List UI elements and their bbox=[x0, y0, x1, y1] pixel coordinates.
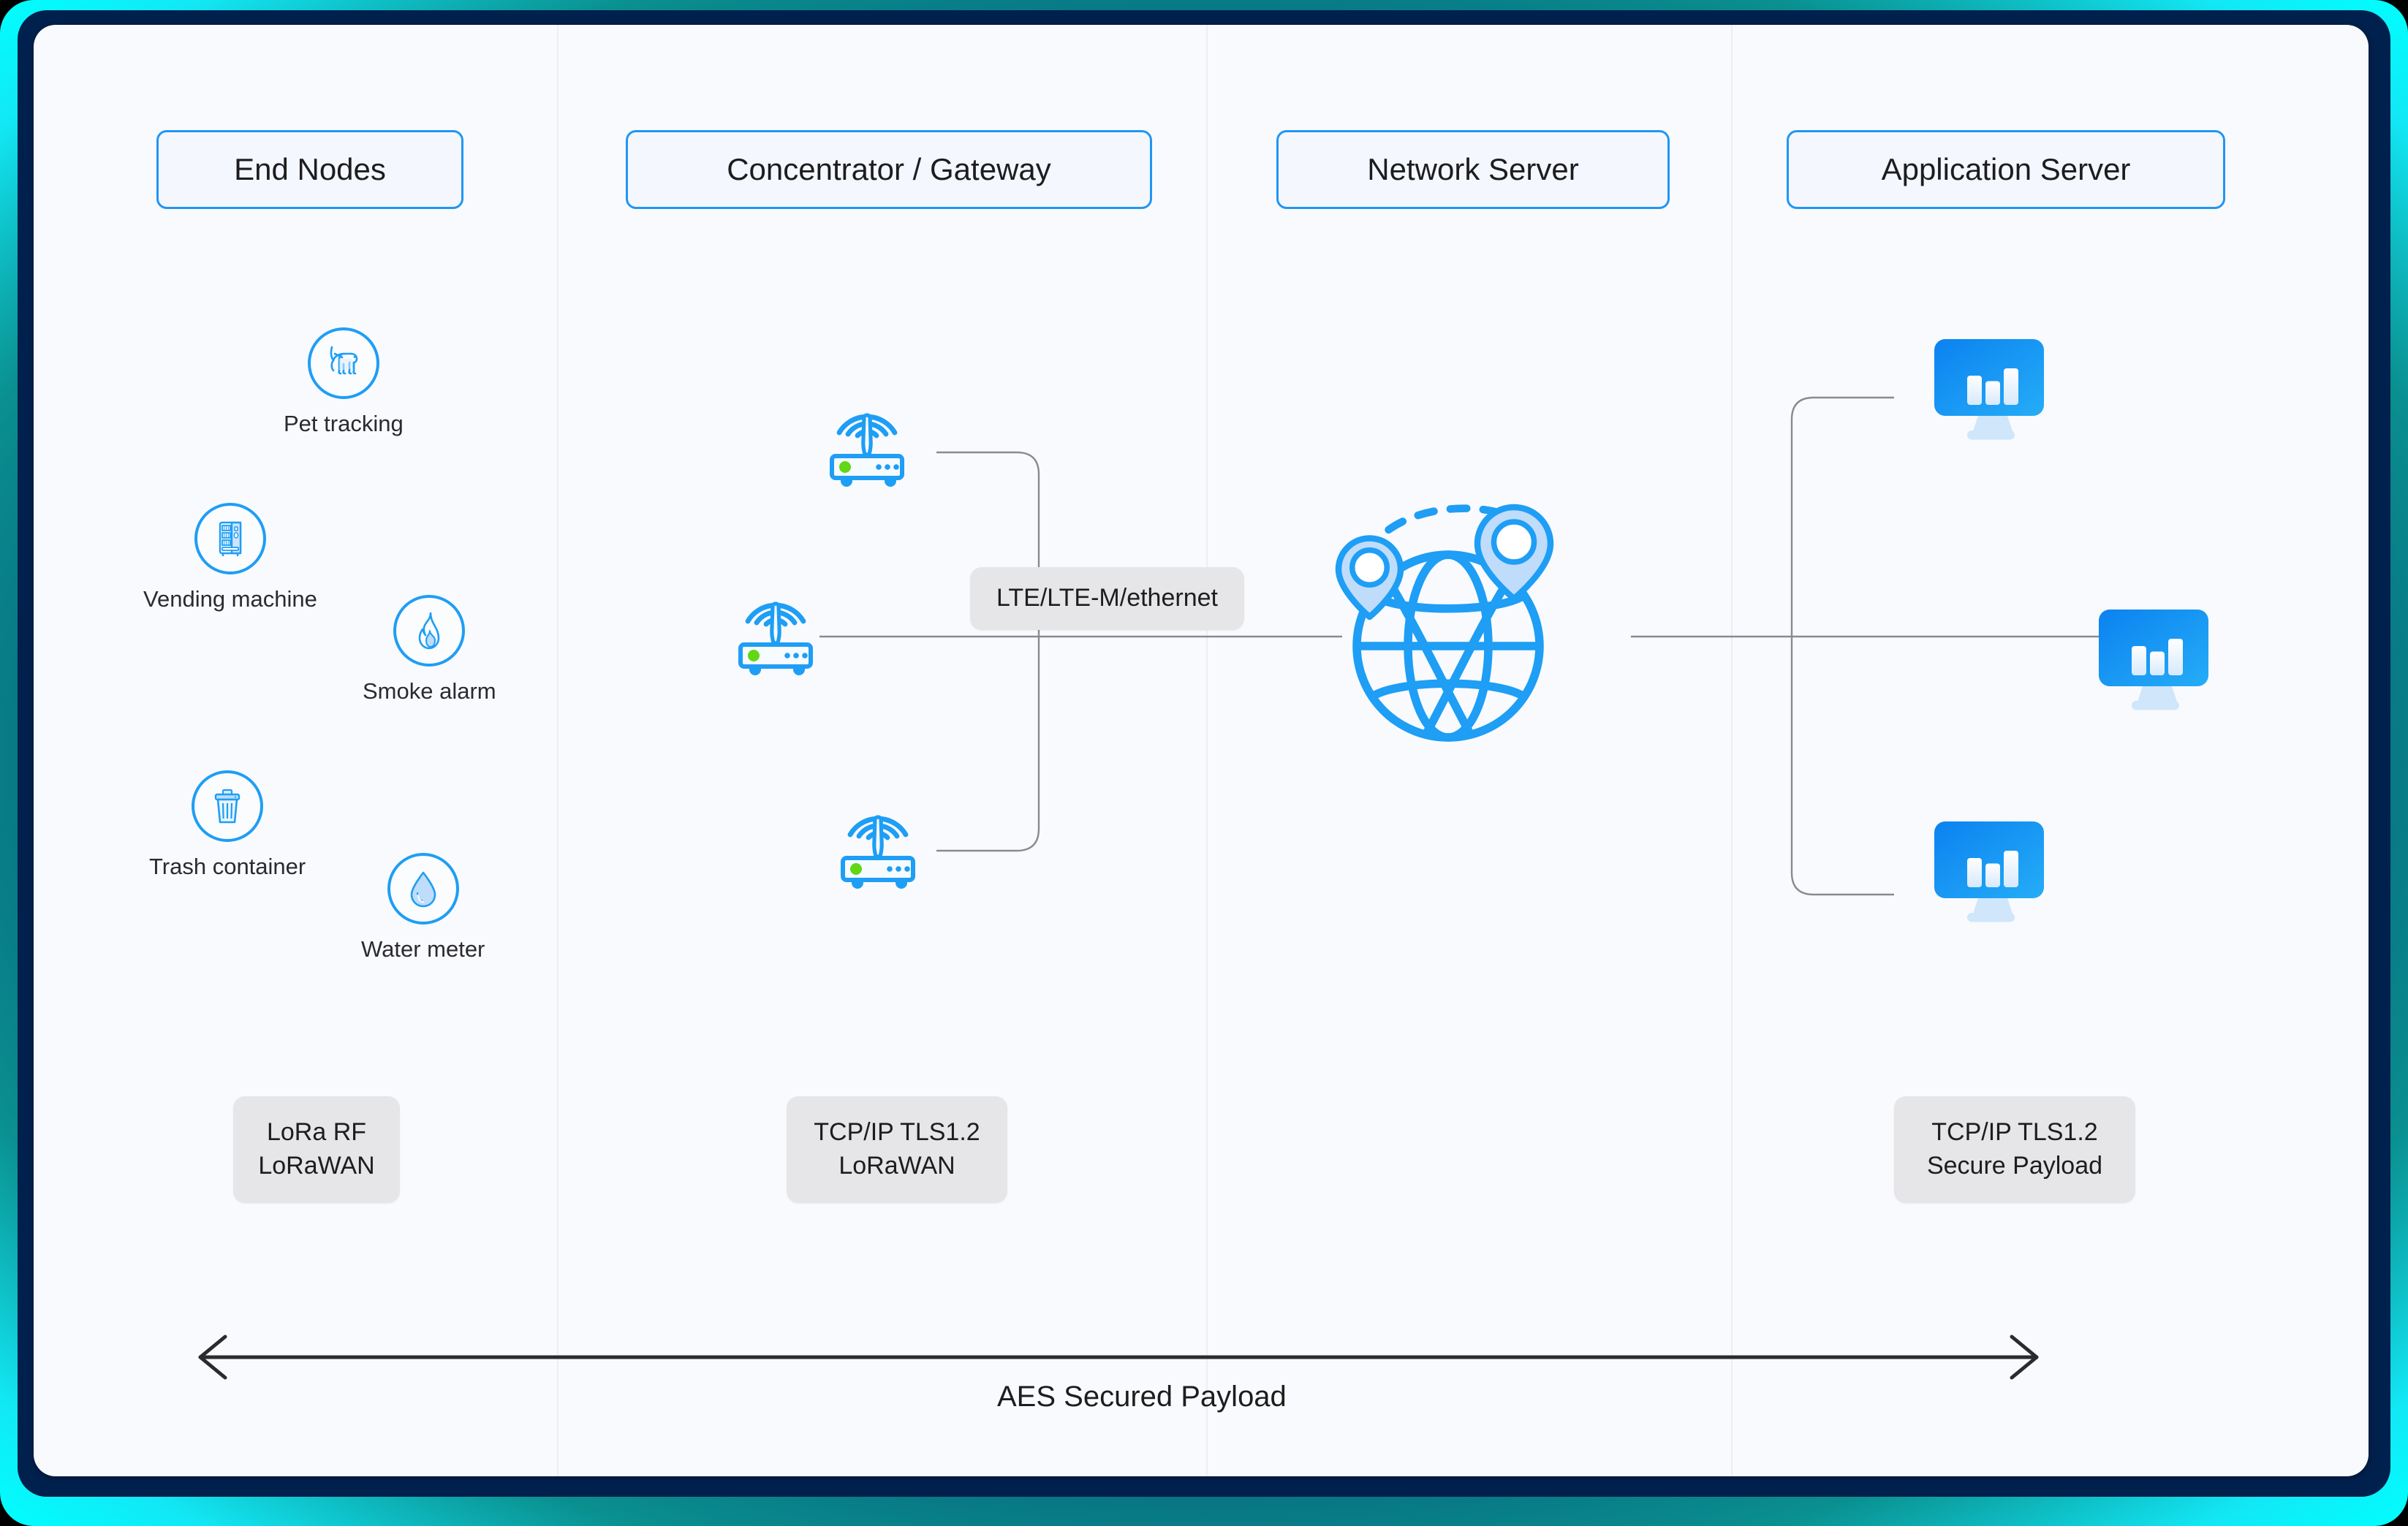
gateway-router-top[interactable] bbox=[794, 368, 940, 518]
end-node-pet-tracking[interactable]: Pet tracking bbox=[284, 327, 404, 437]
protocol-line-1: TCP/IP TLS1.2 bbox=[1931, 1118, 2098, 1147]
node-icon-ring bbox=[393, 595, 466, 667]
wireless-router-icon bbox=[841, 815, 915, 889]
column-divider-1 bbox=[557, 25, 559, 1476]
link-label-text: LTE/LTE-M/ethernet bbox=[996, 584, 1218, 612]
link-label-lte[interactable]: LTE/LTE-M/ethernet bbox=[970, 567, 1244, 630]
connector-lines bbox=[198, 396, 2154, 1380]
end-node-label: Water meter bbox=[361, 936, 485, 962]
wireless-router-icon bbox=[830, 413, 904, 487]
monitor-bar-chart-icon bbox=[2099, 610, 2208, 710]
node-icon-ring bbox=[387, 853, 459, 925]
end-node-water-meter[interactable]: Water meter bbox=[361, 853, 485, 963]
protocol-chip-application[interactable]: TCP/IP TLS1.2 Secure Payload bbox=[1894, 1096, 2135, 1203]
column-header-end-nodes[interactable]: End Nodes bbox=[156, 130, 463, 209]
gateway-router-bottom[interactable] bbox=[805, 770, 951, 920]
monitor-bar-chart-icon bbox=[1934, 339, 2044, 440]
trash-can-icon bbox=[214, 789, 241, 824]
node-icon-ring bbox=[194, 503, 266, 574]
monitor-bar-chart-icon bbox=[1934, 821, 2044, 922]
neon-frame: End Nodes Concentrator / Gateway Network… bbox=[0, 0, 2408, 1526]
water-drop-icon bbox=[410, 871, 436, 908]
column-header-label: Application Server bbox=[1881, 152, 2131, 186]
protocol-line-2: LoRaWAN bbox=[838, 1152, 955, 1180]
column-header-label: Network Server bbox=[1367, 152, 1579, 186]
end-node-label: Pet tracking bbox=[284, 411, 404, 436]
end-node-smoke-alarm[interactable]: Smoke alarm bbox=[363, 595, 496, 705]
protocol-line-2: Secure Payload bbox=[1926, 1152, 2103, 1180]
column-header-label: End Nodes bbox=[234, 152, 386, 186]
aes-arrow-label: AES Secured Payload bbox=[997, 1381, 1287, 1413]
protocol-line-1: LoRa RF bbox=[266, 1118, 367, 1147]
end-node-vending-machine[interactable]: Vending machine bbox=[143, 503, 317, 612]
end-node-label: Vending machine bbox=[143, 586, 317, 612]
column-header-concentrator[interactable]: Concentrator / Gateway bbox=[626, 130, 1152, 209]
protocol-chip-gateway[interactable]: TCP/IP TLS1.2 LoRaWAN bbox=[787, 1096, 1007, 1203]
diagram-canvas: End Nodes Concentrator / Gateway Network… bbox=[34, 25, 2369, 1476]
network-server-globe[interactable] bbox=[1313, 467, 1583, 763]
app-server-monitor-middle[interactable] bbox=[2091, 602, 2216, 715]
node-icon-ring bbox=[307, 327, 379, 399]
end-node-label: Smoke alarm bbox=[363, 678, 496, 704]
column-header-application-server[interactable]: Application Server bbox=[1787, 130, 2225, 209]
dog-leash-icon bbox=[330, 346, 358, 375]
protocol-chip-end-nodes[interactable]: LoRa RF LoRaWAN bbox=[233, 1096, 400, 1203]
wireless-router-icon bbox=[738, 601, 813, 675]
app-server-monitor-bottom[interactable] bbox=[1927, 814, 2051, 927]
app-server-monitor-top[interactable] bbox=[1927, 332, 2051, 445]
column-divider-3 bbox=[1731, 25, 1733, 1476]
vending-machine-icon bbox=[219, 521, 242, 556]
column-divider-2 bbox=[1206, 25, 1208, 1476]
protocol-line-2: LoRaWAN bbox=[258, 1152, 375, 1180]
node-icon-ring bbox=[192, 770, 264, 842]
globe-with-location-pins-icon bbox=[1335, 504, 1554, 742]
gateway-router-middle[interactable] bbox=[703, 557, 849, 707]
column-header-label: Concentrator / Gateway bbox=[727, 152, 1051, 186]
end-node-label: Trash container bbox=[149, 854, 306, 879]
flame-icon bbox=[418, 612, 440, 650]
protocol-line-1: TCP/IP TLS1.2 bbox=[814, 1118, 980, 1147]
aes-arrow-label-text: AES Secured Payload bbox=[997, 1381, 1287, 1413]
column-header-network-server[interactable]: Network Server bbox=[1276, 130, 1670, 209]
end-node-trash-container[interactable]: Trash container bbox=[149, 770, 306, 880]
